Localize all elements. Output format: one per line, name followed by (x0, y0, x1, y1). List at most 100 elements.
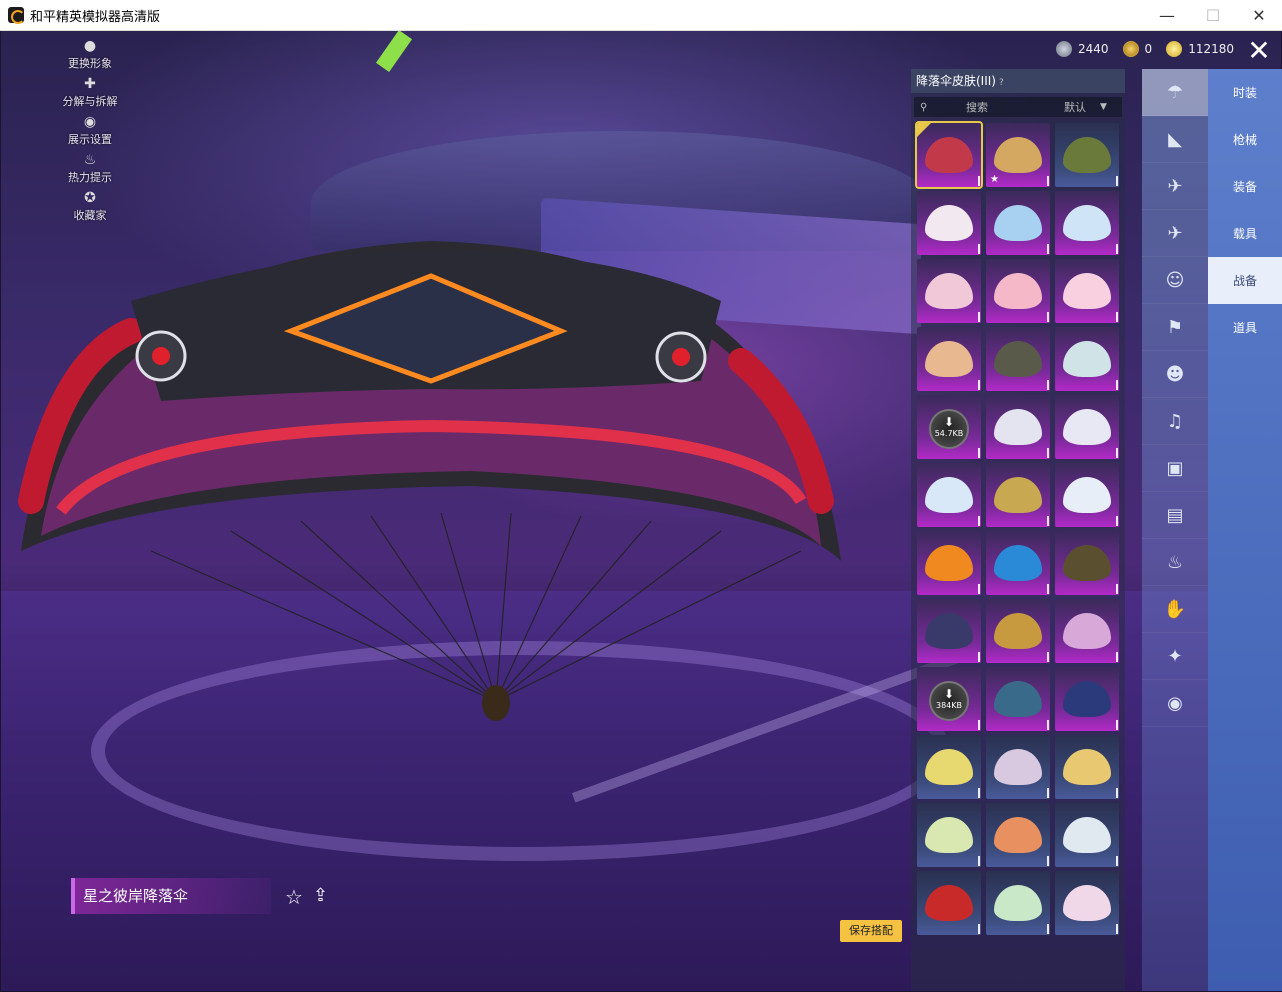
skin-cell[interactable] (1055, 191, 1119, 255)
skin-cell[interactable] (1055, 123, 1119, 187)
tool-collector[interactable]: ✪ 收藏家 (60, 190, 120, 228)
skin-cell[interactable] (986, 599, 1050, 663)
rarity-mark (978, 176, 980, 186)
plane-icon[interactable]: ✈ (1142, 210, 1208, 257)
skin-cell[interactable] (986, 395, 1050, 459)
rarity-mark (978, 788, 980, 798)
skin-cell[interactable] (1055, 327, 1119, 391)
planet-icon[interactable]: ◉ (1142, 680, 1208, 727)
skin-grid: ★ ⬇ 54.7KB ⬇ 384KB (915, 121, 1119, 935)
skin-cell[interactable] (986, 463, 1050, 527)
category-tab[interactable]: 战备 (1208, 257, 1282, 304)
search-input[interactable]: 搜索 (966, 99, 988, 115)
skin-cell[interactable] (1055, 463, 1119, 527)
category-tab[interactable]: 载具 (1208, 210, 1282, 257)
rarity-mark (1116, 516, 1118, 526)
download-icon[interactable]: ⬇ 384KB (929, 681, 969, 721)
wand-icon[interactable]: ✦ (1142, 633, 1208, 680)
rarity-mark (1116, 652, 1118, 662)
emote-icon[interactable]: ☺ (1142, 257, 1208, 304)
skin-cell[interactable] (1055, 599, 1119, 663)
rarity-mark (1047, 924, 1049, 934)
skin-cell[interactable] (986, 327, 1050, 391)
favorite-star-icon[interactable]: ☆ (285, 885, 303, 909)
skin-cell[interactable] (1055, 871, 1119, 935)
skin-cell[interactable] (917, 191, 981, 255)
skin-cell[interactable] (986, 871, 1050, 935)
image-icon[interactable]: ▤ (1142, 492, 1208, 539)
currency-gold-value: 0 (1144, 42, 1153, 56)
skin-thumbnail (994, 613, 1042, 649)
skin-cell[interactable] (917, 871, 981, 935)
help-icon[interactable]: ? (999, 78, 1004, 88)
skin-cell[interactable] (917, 599, 981, 663)
skin-cell[interactable] (1055, 803, 1119, 867)
skin-cell[interactable]: ⬇ 384KB (917, 667, 981, 731)
skin-cell[interactable]: ★ (986, 123, 1050, 187)
skin-thumbnail (1063, 341, 1111, 377)
share-icon[interactable]: ⇪ (313, 885, 328, 906)
glider-icon[interactable]: ◣ (1142, 116, 1208, 163)
download-size: 384KB (935, 701, 962, 710)
skin-thumbnail (1063, 613, 1111, 649)
hand-icon[interactable]: ✋ (1142, 586, 1208, 633)
tool-change-appearance[interactable]: ● 更换形象 (60, 38, 120, 76)
window-titlebar: 和平精英模拟器高清版 — ☐ ✕ (0, 0, 1282, 31)
download-icon[interactable]: ⬇ 54.7KB (929, 409, 969, 449)
banner-icon[interactable]: ⚑ (1142, 304, 1208, 351)
drone-icon[interactable]: ✈ (1142, 163, 1208, 210)
rarity-mark (1047, 652, 1049, 662)
tool-decompose[interactable]: ✚ 分解与拆解 (60, 76, 120, 114)
box-icon[interactable]: ▣ (1142, 445, 1208, 492)
tool-hot-tips[interactable]: ♨ 热力提示 (60, 152, 120, 190)
extinguisher-icon[interactable]: ♨ (1142, 539, 1208, 586)
skin-cell[interactable] (986, 531, 1050, 595)
skin-cell[interactable]: ⬇ 54.7KB (917, 395, 981, 459)
skin-cell[interactable] (986, 735, 1050, 799)
skin-cell[interactable] (986, 191, 1050, 255)
skin-cell[interactable] (986, 667, 1050, 731)
category-tab[interactable]: 装备 (1208, 163, 1282, 210)
sound-icon[interactable]: ♫ (1142, 398, 1208, 445)
skin-cell[interactable] (917, 531, 981, 595)
minimize-button[interactable]: — (1144, 0, 1190, 31)
save-outfit-button[interactable]: 保存搭配 (840, 920, 902, 942)
close-icon[interactable]: ✕ (1242, 35, 1276, 69)
currency-bar: 2440 0 112180 (1056, 41, 1234, 57)
category-tab[interactable]: 枪械 (1208, 116, 1282, 163)
skin-cell[interactable] (1055, 667, 1119, 731)
skin-cell[interactable] (986, 803, 1050, 867)
skin-cell[interactable] (917, 803, 981, 867)
skin-thumbnail (994, 885, 1042, 921)
sort-dropdown[interactable]: 默认 (1064, 99, 1086, 115)
currency-coupon-value: 112180 (1188, 42, 1234, 56)
search-icon[interactable]: ⚲ (920, 102, 934, 113)
skin-thumbnail (1063, 749, 1111, 785)
skin-thumbnail (1063, 409, 1111, 445)
download-size: 54.7KB (934, 429, 964, 438)
category-tab[interactable]: 道具 (1208, 304, 1282, 351)
skin-cell[interactable] (917, 259, 981, 323)
skin-cell[interactable] (986, 259, 1050, 323)
skin-cell[interactable] (917, 735, 981, 799)
category-tab[interactable]: 时装 (1208, 69, 1282, 116)
chevron-down-icon[interactable]: ▼ (1100, 102, 1107, 112)
window-close-button[interactable]: ✕ (1236, 0, 1282, 31)
canopy-left-light-core (152, 347, 170, 365)
skin-cell[interactable] (917, 327, 981, 391)
rarity-mark (1047, 380, 1049, 390)
skin-cell[interactable] (1055, 531, 1119, 595)
parachute-icon[interactable]: ☂ (1142, 69, 1208, 116)
skin-cell[interactable] (1055, 259, 1119, 323)
rarity-mark (1116, 856, 1118, 866)
rarity-mark (1047, 516, 1049, 526)
skin-cell[interactable] (915, 121, 983, 189)
skin-cell[interactable] (1055, 735, 1119, 799)
skin-thumbnail (1063, 545, 1111, 581)
tool-display-settings[interactable]: ◉ 展示设置 (60, 114, 120, 152)
left-tool-column: ● 更换形象 ✚ 分解与拆解 ◉ 展示设置 ♨ 热力提示 ✪ 收藏家 (60, 38, 120, 228)
skin-cell[interactable] (1055, 395, 1119, 459)
maximize-button[interactable]: ☐ (1190, 0, 1236, 31)
skin-cell[interactable] (917, 463, 981, 527)
avatar-icon[interactable]: ☻ (1142, 351, 1208, 398)
